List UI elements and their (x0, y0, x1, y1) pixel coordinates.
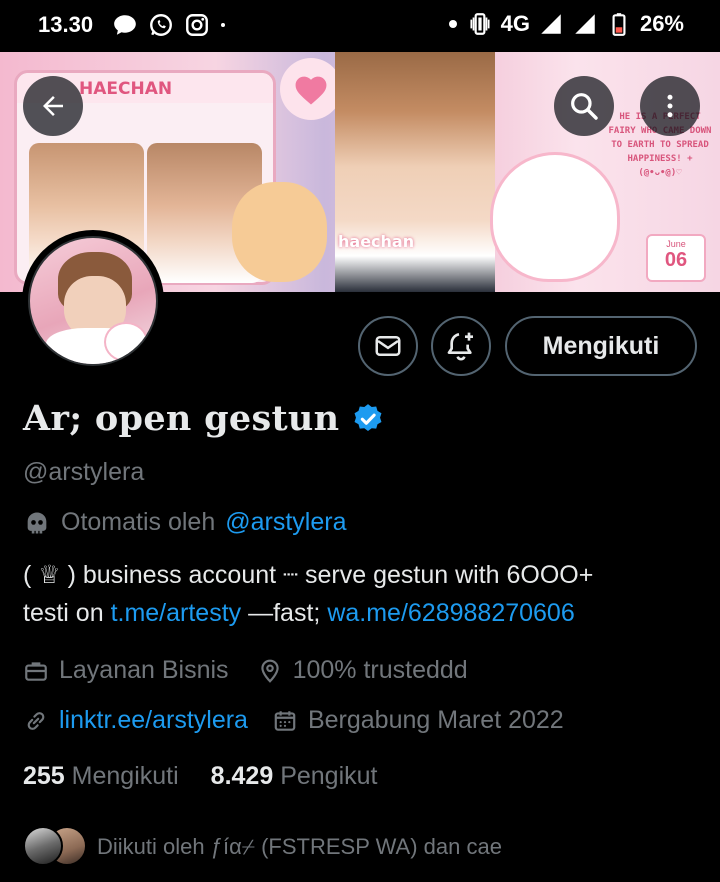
status-time: 13.30 (38, 12, 94, 37)
banner-cat-character (232, 182, 327, 282)
more-button[interactable] (640, 76, 700, 136)
profile-meta-row-2: linktr.ee/arstylera Bergabung Maret 2022 (23, 706, 564, 735)
whatsapp-icon (150, 14, 172, 36)
banner-photo-label: haechan (338, 232, 415, 251)
network-type: 4G (500, 11, 530, 36)
bio-line-2: testi on t.me/artesty —fast; wa.me/62898… (23, 599, 575, 627)
status-bar: 13.30 4G 26% (0, 0, 720, 52)
back-button[interactable] (23, 76, 83, 136)
robot-icon (27, 512, 47, 533)
avatar-container[interactable] (22, 230, 164, 372)
dot-icon (221, 23, 225, 27)
followers-count: 8.429 (210, 762, 274, 790)
heart-decoration-icon (295, 76, 327, 105)
followers-label: Pengikut (280, 762, 378, 790)
profile-join-date: Bergabung Maret 2022 (272, 706, 564, 735)
followed-by-text: Diikuti oleh ƒíα⌿ (FSTRESP WA) dan cae (97, 834, 502, 859)
following-button[interactable]: Mengikuti (505, 316, 697, 376)
website-link[interactable]: linktr.ee/arstylera (59, 706, 248, 735)
signal-icon (541, 14, 561, 34)
calendar-icon (274, 710, 296, 731)
notify-button[interactable] (431, 316, 491, 376)
banner-header-label: HAECHAN (79, 79, 173, 99)
message-button[interactable] (358, 316, 418, 376)
user-handle: @arstylera (23, 458, 145, 486)
banner-photo-main (335, 52, 495, 292)
link-icon (27, 711, 45, 730)
vibrate-icon (470, 13, 490, 35)
more-vertical-icon (667, 94, 673, 118)
banner-date-card: June 06 (646, 234, 706, 282)
location-pin-icon (260, 659, 279, 683)
search-icon (571, 93, 598, 120)
business-category: Layanan Bisnis (23, 656, 229, 685)
battery-percent: 26% (639, 11, 684, 36)
follow-counts: 255 Mengikuti 8.429 Pengikut (23, 762, 377, 791)
bell-plus-icon (447, 332, 473, 361)
banner-bear-character (490, 152, 620, 282)
profile-bio: ( ♕ ) business account ┈ serve gestun wi… (23, 556, 703, 632)
bio-telegram-link[interactable]: t.me/artesty (111, 599, 242, 627)
dot-icon (448, 20, 457, 28)
bio-line-1: ( ♕ ) business account ┈ serve gestun wi… (23, 561, 594, 589)
profile-location: 100% trusteddd (257, 656, 468, 685)
display-name: Ar; open gestun (23, 398, 340, 439)
follower-avatar (23, 826, 63, 866)
following-count-link[interactable]: 255 Mengikuti (23, 762, 179, 791)
mail-icon (375, 336, 401, 356)
name-row: Ar; open gestun (23, 398, 385, 439)
search-button[interactable] (554, 76, 614, 136)
avatar[interactable] (28, 236, 158, 366)
arrow-left-icon (43, 96, 63, 116)
followers-count-link[interactable]: 8.429 Pengikut (211, 762, 378, 791)
followed-by-row[interactable]: Diikuti oleh ƒíα⌿ (FSTRESP WA) dan cae (23, 826, 502, 868)
followed-by-avatars (23, 826, 87, 868)
following-count: 255 (23, 762, 65, 790)
status-notification-icons (112, 12, 232, 38)
automated-prefix: Otomatis oleh (61, 508, 216, 536)
bio-whatsapp-link[interactable]: wa.me/628988270606 (327, 599, 574, 627)
automated-label: Otomatis oleh @arstylera (23, 508, 347, 537)
briefcase-icon (25, 661, 47, 681)
chat-bubble-icon (114, 15, 136, 35)
status-system-icons: 4G 26% (447, 11, 684, 37)
automated-by-link[interactable]: @arstylera (225, 508, 346, 537)
battery-icon (612, 13, 626, 36)
verified-badge-icon[interactable] (351, 402, 385, 436)
profile-website[interactable]: linktr.ee/arstylera (23, 706, 248, 735)
profile-meta-row-1: Layanan Bisnis 100% trusteddd (23, 656, 468, 685)
signal-icon (575, 14, 595, 34)
following-label: Mengikuti (71, 762, 179, 790)
instagram-icon (186, 14, 208, 36)
